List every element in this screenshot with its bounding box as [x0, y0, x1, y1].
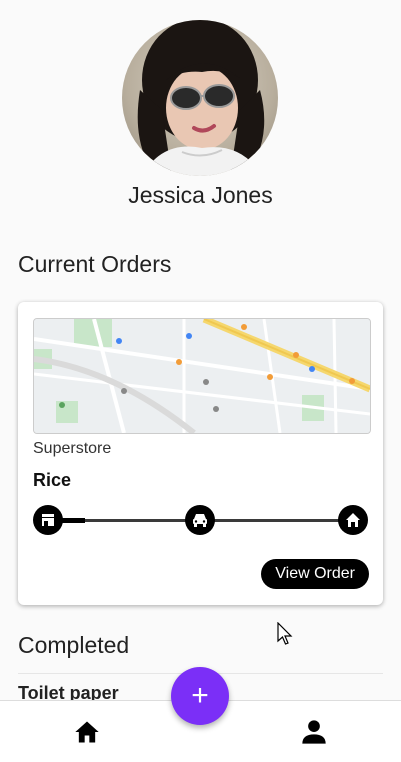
current-orders-heading: Current Orders	[18, 251, 172, 277]
profile-scroll-area[interactable]: Jessica Jones Current Orders Superstore …	[0, 0, 401, 700]
home-icon	[338, 505, 368, 535]
person-icon[interactable]	[300, 718, 328, 746]
mouse-cursor-icon	[277, 622, 293, 645]
order-card[interactable]: Superstore Rice View Order	[18, 302, 383, 605]
completed-heading: Completed	[18, 632, 130, 658]
order-map[interactable]	[33, 318, 371, 434]
avatar	[122, 20, 278, 176]
delivery-progress-track	[33, 504, 368, 536]
avatar-photo	[137, 20, 265, 176]
home-icon[interactable]	[73, 718, 101, 746]
map-graphic	[34, 319, 370, 433]
store-name: Superstore	[33, 440, 112, 457]
add-order-button[interactable]: +	[171, 667, 229, 725]
user-name: Jessica Jones	[128, 182, 273, 208]
car-icon	[185, 505, 215, 535]
view-order-button[interactable]: View Order	[261, 559, 369, 589]
completed-order-item[interactable]: Toilet paper	[18, 683, 119, 700]
store-icon	[33, 505, 63, 535]
order-item-name: Rice	[33, 470, 72, 490]
